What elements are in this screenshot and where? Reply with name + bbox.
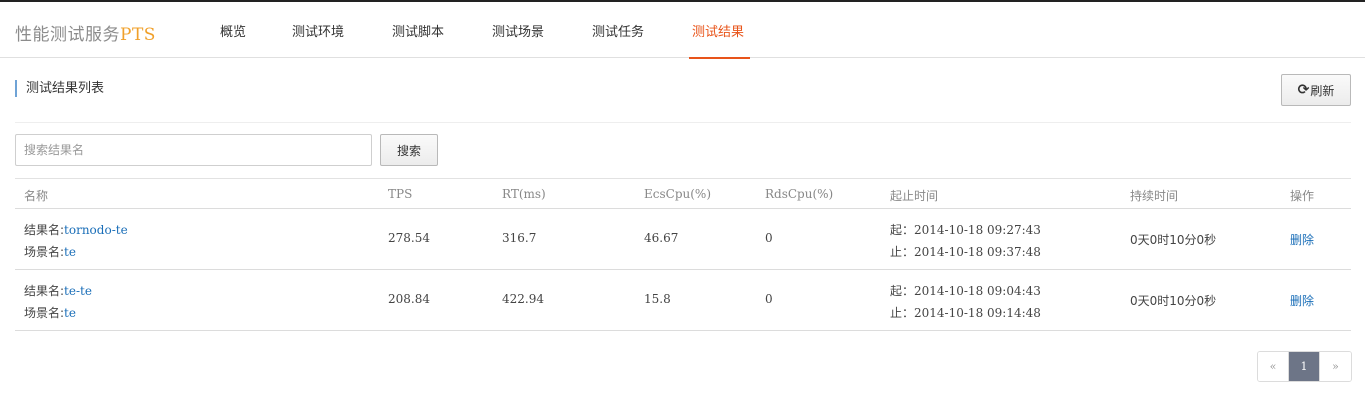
column-header-tps: TPS [388,187,413,201]
nav-active-indicator [689,57,750,59]
scene-name-cell: 场景名:te [24,243,76,260]
brand-pts: PTS [120,25,156,45]
pagination-page-1[interactable]: 1 [1289,352,1320,381]
start-time: 起：2014-10-18 09:27:43 [890,221,1041,238]
brand-name: 性能测试服务 [15,25,120,45]
nav-test-script[interactable]: 测试脚本 [392,21,444,40]
end-time: 止：2014-10-18 09:14:48 [890,304,1041,321]
tps-value: 208.84 [388,292,430,306]
scene-prefix: 场景名: [24,245,65,259]
result-name-link[interactable]: te-te [64,284,92,298]
search-button[interactable]: 搜索 [380,134,438,166]
search-input[interactable] [15,134,372,166]
end-time-value: 2014-10-18 09:37:48 [914,245,1041,259]
divider [15,122,1351,123]
nav-test-scene[interactable]: 测试场景 [492,21,544,40]
refresh-label: 刷新 [1310,83,1335,98]
result-name-cell: 结果名:tornodo-te [24,221,128,238]
nav-test-result[interactable]: 测试结果 [692,21,744,40]
duration-value: 0天0时10分0秒 [1130,233,1217,247]
column-header-time-range: 起止时间 [890,189,939,203]
table-row: 结果名:tornodo-te 场景名:te 278.54 316.7 46.67… [15,209,1351,270]
top-navbar: 性能测试服务PTS 概览 测试环境 测试脚本 测试场景 测试任务 测试结果 [0,0,1365,59]
table-row: 结果名:te-te 场景名:te 208.84 422.94 15.8 0 起：… [15,270,1351,331]
column-header-ecs-cpu: EcsCpu(%) [644,187,711,201]
rds-cpu-value: 0 [765,292,773,306]
nav-overview[interactable]: 概览 [220,21,246,40]
column-header-name: 名称 [24,189,49,203]
column-header-duration: 持续时间 [1130,189,1179,203]
start-time: 起：2014-10-18 09:04:43 [890,282,1041,299]
scene-name-link[interactable]: te [64,306,76,320]
rt-value: 422.94 [502,292,544,306]
brand-logo[interactable]: 性能测试服务PTS [15,20,156,45]
delete-link[interactable]: 删除 [1290,292,1314,309]
table-header: 名称 TPS RT(ms) EcsCpu(%) RdsCpu(%) 起止时间 持… [15,178,1351,209]
end-time-value: 2014-10-18 09:14:48 [914,306,1041,320]
rt-value: 316.7 [502,231,537,245]
pagination: « 1 » [1257,351,1352,382]
result-name-cell: 结果名:te-te [24,282,92,299]
refresh-icon: ⟳ [1297,82,1310,98]
tps-value: 278.54 [388,231,430,245]
rds-cpu-value: 0 [765,231,773,245]
end-time: 止：2014-10-18 09:37:48 [890,243,1041,260]
duration-value: 0天0时10分0秒 [1130,294,1217,308]
scene-name-link[interactable]: te [64,245,76,259]
nav-test-environment[interactable]: 测试环境 [292,21,344,40]
start-prefix: 起： [890,284,915,298]
result-prefix: 结果名: [24,223,65,237]
section-title: 测试结果列表 [15,80,104,97]
ecs-cpu-value: 15.8 [644,292,671,306]
pagination-next[interactable]: » [1320,352,1351,381]
result-name-link[interactable]: tornodo-te [64,223,128,237]
result-prefix: 结果名: [24,284,65,298]
results-table: 名称 TPS RT(ms) EcsCpu(%) RdsCpu(%) 起止时间 持… [15,178,1351,331]
ecs-cpu-value: 46.67 [644,231,679,245]
start-time-value: 2014-10-18 09:04:43 [914,284,1041,298]
pagination-prev[interactable]: « [1258,352,1289,381]
column-header-rds-cpu: RdsCpu(%) [765,187,834,201]
end-prefix: 止： [890,306,915,320]
scene-prefix: 场景名: [24,306,65,320]
start-prefix: 起： [890,223,915,237]
start-time-value: 2014-10-18 09:27:43 [914,223,1041,237]
refresh-button[interactable]: ⟳ 刷新 [1281,74,1351,106]
end-prefix: 止： [890,245,915,259]
column-header-action: 操作 [1290,189,1315,203]
scene-name-cell: 场景名:te [24,304,76,321]
column-header-rt: RT(ms) [502,187,546,201]
nav-test-task[interactable]: 测试任务 [592,21,644,40]
delete-link[interactable]: 删除 [1290,231,1314,248]
